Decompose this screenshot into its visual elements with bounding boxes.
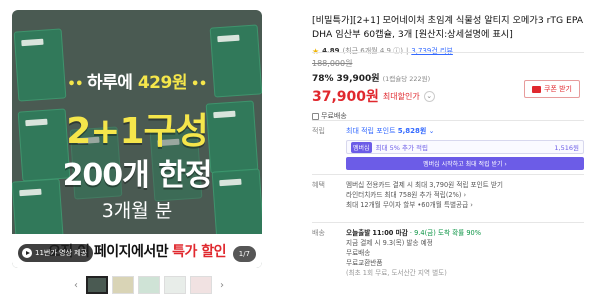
today-shipping-cutoff: 11:00 마감	[372, 229, 408, 237]
product-title: [비밀특가][2+1] 모어네이처 초임계 식물성 알티지 오메가3 rTG E…	[312, 15, 584, 40]
benefit-item[interactable]: 라인터치카드 최대 758원 추가 적립(2%) ›	[346, 190, 584, 200]
coupon-button-label: 쿠폰 받기	[544, 85, 572, 93]
hero-duration-text: 3개월 분	[101, 200, 173, 222]
shipping-icon	[312, 112, 319, 120]
benefits-section: 혜택 멤버십 전용카드 결제 시 최대 3,790원 적립 포인트 받기 라인터…	[312, 180, 584, 210]
benefits-label: 혜택	[312, 181, 325, 189]
rating-note: (최근 6개월 4.9 ⓘ)	[342, 47, 403, 55]
max-points-value: 5,828원	[397, 127, 427, 135]
benefit-item[interactable]: 멤버십 전용카드 결제 시 최대 3,790원 적립 포인트 받기	[346, 180, 584, 190]
points-section: 적립 최대 적립 포인트 5,828원 ⌄ 멤버십 최대 5% 추가 적립 1,…	[312, 126, 584, 170]
max-discount-price: 37,900원	[312, 89, 379, 105]
free-return-note: (최초 1회 무료, 도서산간 지역 별도)	[346, 269, 447, 277]
thumbnail[interactable]	[112, 276, 134, 294]
price-block: 188,000원 78% 39,900원 (1캡슐당 222원) 37,900원…	[312, 58, 584, 121]
max-points-line: 최대 적립 포인트 5,828원 ⌄	[346, 126, 584, 136]
ship-date-line: 지금 결제 시 9.3(목) 발송 예정	[346, 239, 433, 247]
coupon-icon	[532, 85, 541, 93]
divider	[312, 222, 584, 223]
unit-price: (1캡슐당 222원)	[382, 75, 431, 83]
shipping-section: 배송 오늘출발 11:00 마감 · 9.4(금) 도착 확률 90% 지금 결…	[312, 228, 584, 278]
today-shipping-label: 오늘출발	[346, 229, 371, 237]
today-shipping-line: 오늘출발 11:00 마감 · 9.4(금) 도착 확률 90%	[346, 228, 584, 238]
thumbnail[interactable]	[164, 276, 186, 294]
benefit-item[interactable]: 최대 12개월 무이자 할부 •60개월 특별공급 ›	[346, 200, 584, 210]
max-discount-label: 최대할인가	[382, 91, 420, 101]
star-icon: ★	[312, 46, 320, 56]
thumbnail[interactable]	[86, 276, 108, 294]
divider	[312, 52, 584, 53]
product-main-image[interactable]: •• 하루에 429원 •• 2+1구성 200개 한정 3개월 분 오직 이 …	[12, 10, 262, 268]
thumbnail[interactable]	[190, 276, 212, 294]
arrival-estimate: · 9.4(금) 도착 확률 90%	[409, 229, 482, 237]
discount-price: 39,900원	[336, 74, 380, 84]
divider	[312, 120, 584, 121]
membership-promo[interactable]: 멤버십 최대 5% 추가 적립 1,516원	[346, 140, 584, 154]
hero-bundle-text: 2+1구성	[66, 111, 209, 152]
image-counter: 1/7	[232, 246, 256, 262]
chevron-down-icon[interactable]: ⌄	[423, 90, 435, 102]
rating-score: 4.89	[322, 47, 340, 55]
video-badge-label: 11번가 영상 제공	[35, 249, 87, 257]
coupon-button[interactable]: 쿠폰 받기	[524, 80, 580, 98]
free-shipping-line: 무료배송	[346, 249, 371, 257]
membership-promo-value: 1,516원	[554, 144, 579, 152]
points-label: 적립	[312, 127, 325, 135]
free-return-line: 무료교환반품	[346, 259, 383, 267]
video-badge[interactable]: 11번가 영상 제공	[18, 244, 93, 262]
thumbnail-prev-button[interactable]: ‹	[70, 280, 82, 291]
membership-badge: 멤버십	[351, 141, 372, 153]
rating-row: ★ 4.89 (최근 6개월 4.9 ⓘ) | 3,739건 리뷰	[312, 46, 584, 56]
divider	[312, 174, 584, 175]
thumbnail[interactable]	[138, 276, 160, 294]
original-price: 188,000원	[312, 59, 353, 68]
thumbnail-strip: ‹ ›	[70, 276, 228, 294]
chevron-down-icon[interactable]: ⌄	[429, 127, 435, 135]
shipping-label: 배송	[312, 229, 325, 237]
separator: |	[405, 47, 409, 55]
thumbnail-next-button[interactable]: ›	[216, 280, 228, 291]
hero-daily-price: •• 하루에 429원 ••	[67, 73, 207, 93]
hero-limited-text: 200개 한정	[62, 158, 213, 193]
membership-join-button[interactable]: 멤버십 시작하고 최대 적립 받기 ›	[346, 157, 584, 170]
play-icon	[22, 248, 32, 258]
review-count-link[interactable]: 3,739건 리뷰	[411, 46, 453, 56]
membership-promo-text: 최대 5% 추가 적립	[375, 144, 428, 152]
product-info: [비밀특가][2+1] 모어네이처 초임계 식물성 알티지 오메가3 rTG E…	[312, 14, 584, 56]
max-points-text: 최대 적립 포인트	[346, 127, 396, 135]
discount-percent: 78%	[312, 74, 334, 84]
